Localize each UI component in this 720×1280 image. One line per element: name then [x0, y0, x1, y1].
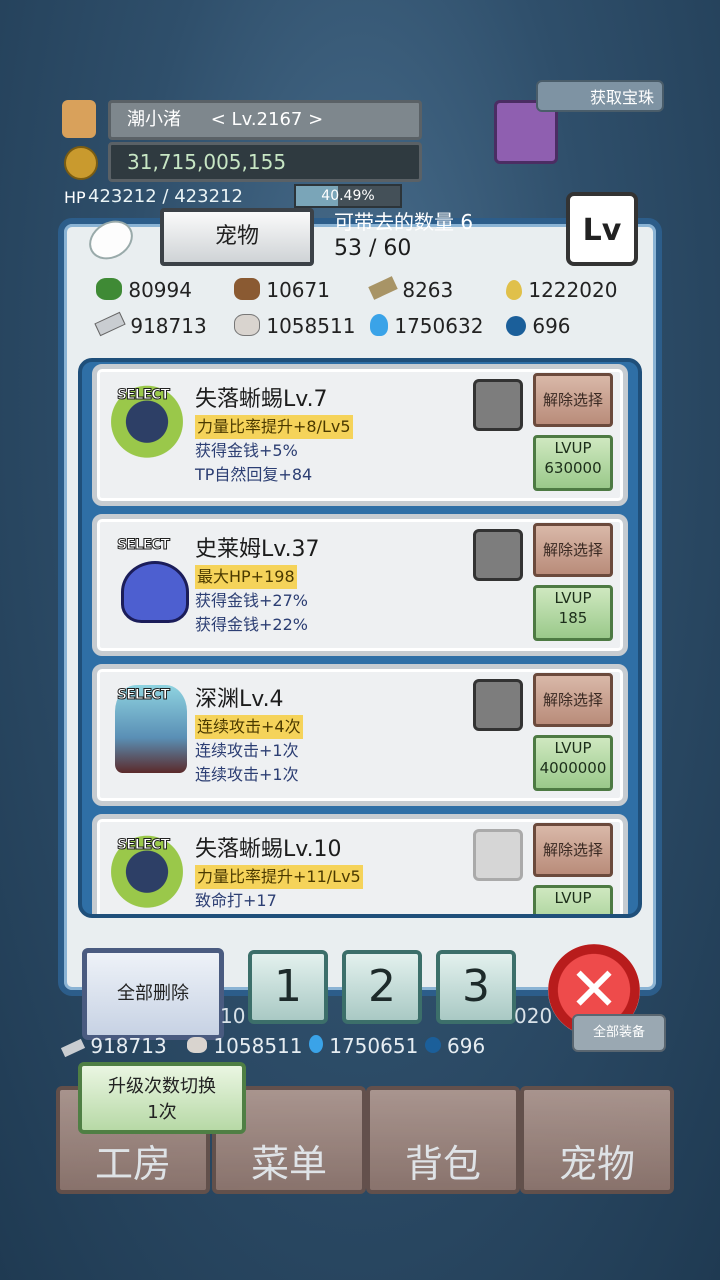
pet-stat: 获得金钱+27%	[195, 591, 308, 610]
blue-orb-icon	[424, 1037, 441, 1053]
pet-list[interactable]: SELECT 失落蜥蜴Lv.7 力量比率提升+8/Lv5 获得金钱+5% TP自…	[78, 358, 642, 918]
pet-card[interactable]: SELECT 失落蜥蜴Lv.7 力量比率提升+8/Lv5 获得金钱+5% TP自…	[92, 364, 628, 506]
deselect-button[interactable]: 解除选择	[533, 823, 613, 877]
pet-stat: 连续攻击+1次	[195, 765, 299, 784]
lvup-button[interactable]: LVUP 630000	[533, 435, 613, 491]
lvup-button[interactable]: LVUP 185	[533, 585, 613, 641]
pet-count: 53 / 60	[334, 236, 412, 261]
pet-name: 深渊Lv.4	[195, 687, 284, 712]
herb-icon	[96, 278, 122, 300]
iron-bar-icon	[60, 1038, 86, 1058]
pet-stat: 最大HP+198	[195, 565, 297, 589]
pet-stat: 连续攻击+4次	[195, 715, 303, 739]
lock-icon[interactable]	[473, 529, 523, 581]
resource-item: 10671	[234, 278, 330, 302]
hp-label: HP	[64, 188, 86, 207]
hp-value: 423212 / 423212	[88, 186, 243, 207]
exp-bar: 40.49%	[294, 184, 402, 208]
slot-button-1[interactable]: 1	[248, 950, 328, 1024]
deselect-button[interactable]: 解除选择	[533, 373, 613, 427]
pet-stat: 致命打+17	[195, 891, 277, 910]
slot-button-2[interactable]: 2	[342, 950, 422, 1024]
resource-item: 1058511	[234, 314, 355, 338]
resources-grid: 80994 10671 8263 1222020 918713 1058511 …	[94, 276, 636, 348]
pet-name: 史莱姆Lv.37	[195, 537, 320, 562]
select-tag: SELECT	[117, 387, 171, 404]
bg-partial-left: 10	[220, 1004, 246, 1028]
slot-button-3[interactable]: 3	[436, 950, 516, 1024]
pet-stat: 获得金钱+22%	[195, 615, 308, 634]
lvup-button[interactable]: LVUP	[533, 885, 613, 914]
player-name: 潮小渚	[127, 109, 181, 130]
pet-stat: 力量比率提升+8/Lv5	[195, 415, 353, 439]
blue-flame-icon	[370, 314, 388, 336]
bg-partial-right: 020	[514, 1004, 553, 1028]
gold-bar: 31,715,005,155	[108, 142, 422, 182]
upgrade-count-toggle[interactable]: 升级次数切换 1次	[78, 1062, 246, 1134]
pet-card[interactable]: SELECT 失落蜥蜴Lv.10 力量比率提升+11/Lv5 致命打+17 解除…	[92, 814, 628, 914]
stone-icon	[187, 1037, 208, 1053]
select-tag: SELECT	[117, 837, 171, 854]
deselect-button[interactable]: 解除选择	[533, 523, 613, 577]
pet-stat: 连续攻击+1次	[195, 741, 299, 760]
pet-stat: TP自然回复+84	[195, 465, 313, 484]
wood-log-icon	[234, 278, 260, 300]
carry-count-label: 可带去的数量 6	[334, 210, 474, 234]
lock-icon[interactable]	[473, 679, 523, 731]
resource-item: 1750632	[370, 314, 483, 338]
exp-percent: 40.49%	[321, 188, 375, 204]
deselect-button[interactable]: 解除选择	[533, 673, 613, 727]
get-orb-button[interactable]: 获取宝珠	[536, 80, 664, 112]
gold-coin-icon	[64, 146, 98, 180]
stone-icon	[234, 314, 260, 336]
pet-name: 失落蜥蜴Lv.7	[195, 387, 328, 412]
lv-lock-button[interactable]: Lv	[566, 192, 638, 266]
resource-item: 696	[506, 314, 571, 338]
bg-resources: 918713 1058511 1750651 696	[60, 1034, 542, 1060]
resource-item: 80994	[96, 278, 192, 302]
pet-card[interactable]: SELECT 史莱姆Lv.37 最大HP+198 获得金钱+27% 获得金钱+2…	[92, 514, 628, 656]
blue-orb-icon	[506, 316, 526, 336]
tab-pet[interactable]: 宠物	[160, 208, 314, 266]
resource-item: 918713	[94, 311, 207, 338]
remove-equip-button[interactable]: 全部装备	[572, 1014, 666, 1052]
tab-bag[interactable]: 背包	[366, 1086, 520, 1194]
blue-flame-icon	[308, 1035, 323, 1053]
resource-item: 8263	[368, 276, 453, 302]
lock-icon[interactable]	[473, 379, 523, 431]
plank-icon	[368, 276, 398, 300]
pet-slime-icon	[121, 561, 189, 623]
drop-icon	[506, 280, 522, 300]
pet-card[interactable]: SELECT 深渊Lv.4 连续攻击+4次 连续攻击+1次 连续攻击+1次 解除…	[92, 664, 628, 806]
tab-pet-bottom[interactable]: 宠物	[520, 1086, 674, 1194]
player-avatar	[62, 100, 96, 138]
pet-name: 失落蜥蜴Lv.10	[195, 837, 342, 862]
gold-value: 31,715,005,155	[127, 150, 287, 174]
select-tag: SELECT	[117, 687, 171, 704]
select-tag: SELECT	[117, 537, 171, 554]
player-level: < Lv.2167 >	[210, 109, 324, 130]
player-name-bar: 潮小渚 < Lv.2167 >	[108, 100, 422, 140]
pet-stat: 获得金钱+5%	[195, 441, 298, 460]
lvup-button[interactable]: LVUP 4000000	[533, 735, 613, 791]
delete-all-button[interactable]: 全部删除	[82, 948, 224, 1040]
iron-bar-icon	[94, 311, 126, 337]
pet-stat: 力量比率提升+11/Lv5	[195, 865, 363, 889]
lock-icon[interactable]	[473, 829, 523, 881]
resource-item: 1222020	[506, 278, 617, 302]
